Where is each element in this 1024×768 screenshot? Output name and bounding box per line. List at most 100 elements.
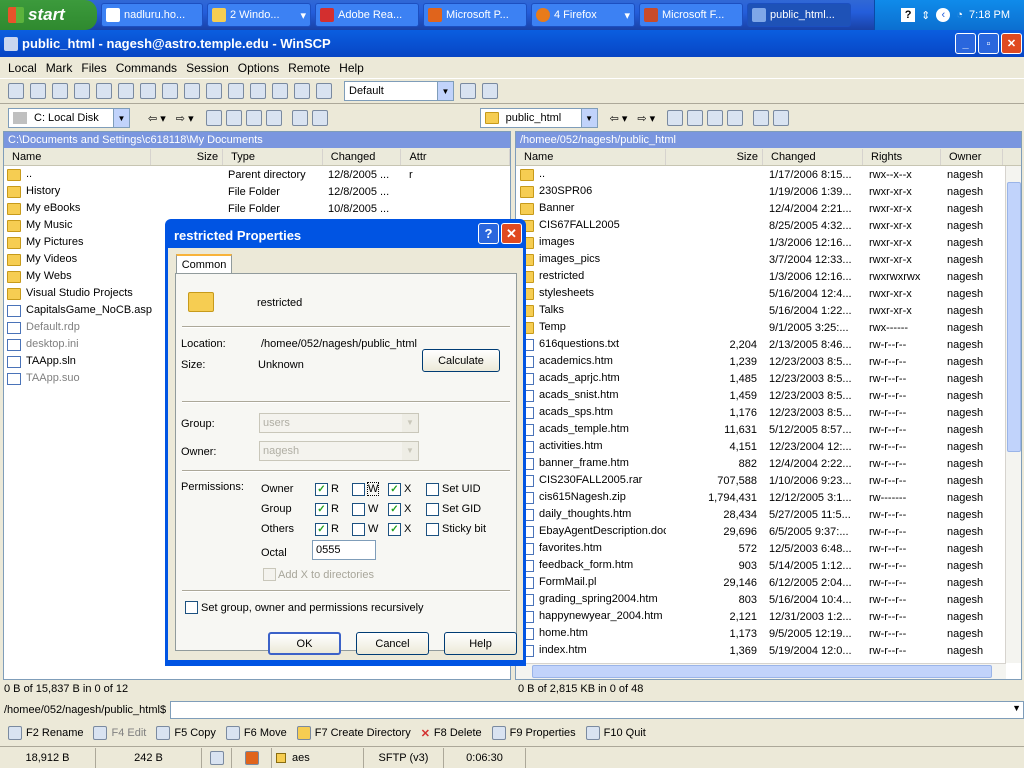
taskbar-button[interactable]: Microsoft P...	[423, 3, 527, 27]
quit-button[interactable]: F10 Quit	[585, 726, 646, 740]
properties-button[interactable]: F9 Properties	[491, 726, 576, 740]
column-type[interactable]: Type	[223, 148, 323, 165]
horizontal-scrollbar[interactable]	[516, 663, 1006, 679]
keep-up-to-date-icon[interactable]	[74, 83, 90, 99]
compare-icon[interactable]	[30, 83, 46, 99]
tab-common[interactable]: Common	[176, 254, 232, 274]
rename-button[interactable]: F2 Rename	[8, 726, 83, 740]
file-row[interactable]: favorites.htm 572 12/5/2003 6:48... rw-r--r…	[516, 540, 1006, 557]
reset-icon[interactable]	[316, 83, 332, 99]
octal-input[interactable]: 0555	[312, 540, 376, 560]
menu-mark[interactable]: Mark	[46, 61, 73, 75]
vertical-scrollbar[interactable]	[1005, 166, 1021, 663]
edit-button[interactable]: F4 Edit	[93, 726, 146, 740]
synchronize-icon[interactable]	[52, 83, 68, 99]
putty-icon[interactable]	[162, 83, 178, 99]
group-write-checkbox[interactable]	[352, 503, 365, 516]
file-row[interactable]: images 1/3/2006 12:16... rwxr-xr-x nagesh	[516, 234, 1006, 251]
file-row[interactable]: daily_thoughts.htm 28,434 5/27/2005 11:5..…	[516, 506, 1006, 523]
layout-icon[interactable]	[184, 83, 200, 99]
column-changed[interactable]: Changed	[323, 148, 402, 165]
taskbar-button[interactable]: 2 Windo... ▾	[207, 3, 311, 27]
file-row[interactable]: CIS67FALL2005 8/25/2005 4:32... rwxr-xr-x n…	[516, 217, 1006, 234]
scrollbar-thumb[interactable]	[1007, 182, 1021, 452]
others-exec-checkbox[interactable]: ✓	[388, 523, 401, 536]
transfer-icon[interactable]	[244, 750, 259, 765]
filter-icon[interactable]	[250, 83, 266, 99]
taskbar-button[interactable]: Microsoft F...	[639, 3, 743, 27]
file-row[interactable]: banner_frame.htm 882 12/4/2004 2:22... rw-r…	[516, 455, 1006, 472]
column-rights[interactable]: Rights	[863, 148, 941, 165]
help-icon[interactable]: ?	[901, 8, 916, 22]
root-dir-icon[interactable]	[687, 110, 704, 126]
column-attr[interactable]: Attr	[401, 148, 510, 165]
others-write-checkbox[interactable]	[352, 523, 365, 536]
file-row[interactable]: academics.htm 1,239 12/23/2003 8:5... rw-r-…	[516, 353, 1006, 370]
remote-dir-combo[interactable]: public_html ▼	[479, 108, 598, 128]
start-button[interactable]: start	[0, 0, 97, 30]
root-dir-icon[interactable]	[225, 110, 242, 126]
column-size[interactable]: Size	[151, 148, 224, 165]
parent-dir-icon[interactable]	[205, 110, 222, 126]
owner-combo[interactable]: nagesh ▼	[259, 441, 419, 461]
scrollbar-thumb[interactable]	[532, 665, 992, 678]
calculate-button[interactable]: Calculate	[422, 349, 500, 372]
preferences-icon[interactable]	[8, 83, 24, 99]
file-row[interactable]: home.htm 1,173 9/5/2005 12:19... rw-r--r-- n…	[516, 625, 1006, 642]
home-dir-icon[interactable]	[245, 110, 262, 126]
taskbar-button-active[interactable]: public_html...	[747, 3, 851, 27]
open-dir-icon[interactable]	[291, 110, 308, 126]
file-row[interactable]: FormMail.pl 29,146 6/12/2005 2:04... rw-r--…	[516, 574, 1006, 591]
globe-icon[interactable]	[482, 83, 498, 99]
column-changed[interactable]: Changed	[763, 148, 863, 165]
file-row[interactable]: .. 1/17/2006 8:15... rwx--x--x nagesh	[516, 166, 1006, 183]
file-row[interactable]: grading_spring2004.htm 803 5/16/2004 10:4.…	[516, 591, 1006, 608]
home-dir-icon[interactable]	[707, 110, 724, 126]
file-row[interactable]: acads_sps.htm 1,176 12/23/2003 8:5... rw-r-…	[516, 404, 1006, 421]
close-icon[interactable]: ✕	[501, 223, 522, 244]
others-read-checkbox[interactable]: ✓	[315, 523, 328, 536]
menu-options[interactable]: Options	[238, 61, 279, 75]
clock[interactable]: 7:18 PM	[969, 9, 1010, 21]
queue-icon[interactable]	[209, 750, 224, 765]
help-button[interactable]: Help	[444, 632, 517, 655]
menu-help[interactable]: Help	[339, 61, 364, 75]
session-combo[interactable]: Default ▼	[344, 81, 454, 101]
recursive-checkbox[interactable]	[185, 601, 198, 614]
minimize-button[interactable]: _	[955, 33, 976, 54]
file-row[interactable]: stylesheets 5/16/2004 12:4... rwxr-xr-x nag…	[516, 285, 1006, 302]
taskbar-button[interactable]: Adobe Rea...	[315, 3, 419, 27]
tray-arrows-icon[interactable]: ⇕	[921, 9, 930, 22]
command-input[interactable]: ▼	[170, 701, 1024, 719]
file-row[interactable]: .. Parent directory 12/8/2005 ... r	[4, 166, 510, 183]
create-directory-button[interactable]: F7 Create Directory	[296, 726, 411, 740]
column-name[interactable]: Name	[516, 148, 666, 165]
group-exec-checkbox[interactable]: ✓	[388, 503, 401, 516]
drive-combo[interactable]: C: Local Disk ▼	[8, 108, 130, 128]
file-row[interactable]: CIS230FALL2005.rar 707,588 1/10/2006 9:23.…	[516, 472, 1006, 489]
expand-tray-icon[interactable]: ‹	[936, 8, 951, 22]
set-gid-checkbox[interactable]	[426, 503, 439, 516]
refresh-icon[interactable]	[727, 110, 744, 126]
set-uid-checkbox[interactable]	[426, 483, 439, 496]
queue-icon[interactable]	[96, 83, 112, 99]
select-icon[interactable]	[206, 83, 222, 99]
move-button[interactable]: F6 Move	[225, 726, 287, 740]
file-row[interactable]: Talks 5/16/2004 1:22... rwxr-xr-x nagesh	[516, 302, 1006, 319]
add-x-checkbox[interactable]	[263, 568, 276, 581]
file-row[interactable]: feedback_form.htm 903 5/14/2005 1:12... rw-…	[516, 557, 1006, 574]
file-row[interactable]: History File Folder 12/8/2005 ...	[4, 183, 510, 200]
sticky-bit-checkbox[interactable]	[426, 523, 439, 536]
file-row[interactable]: acads_snist.htm 1,459 12/23/2003 8:5... rw-…	[516, 387, 1006, 404]
close-button[interactable]: ✕	[1001, 33, 1022, 54]
owner-exec-checkbox[interactable]: ✓	[388, 483, 401, 496]
owner-write-checkbox[interactable]	[352, 483, 365, 496]
taskbar-button[interactable]: nadluru.ho...	[101, 3, 203, 27]
unselect-icon[interactable]	[228, 83, 244, 99]
tree-icon[interactable]	[773, 110, 790, 126]
file-row[interactable]: images_pics 3/7/2004 12:33... rwxr-xr-x nag…	[516, 251, 1006, 268]
menu-files[interactable]: Files	[81, 61, 106, 75]
group-combo[interactable]: users ▼	[259, 413, 419, 433]
sort-icon[interactable]	[272, 83, 288, 99]
file-row[interactable]: Banner 12/4/2004 2:21... rwxr-xr-x nagesh	[516, 200, 1006, 217]
